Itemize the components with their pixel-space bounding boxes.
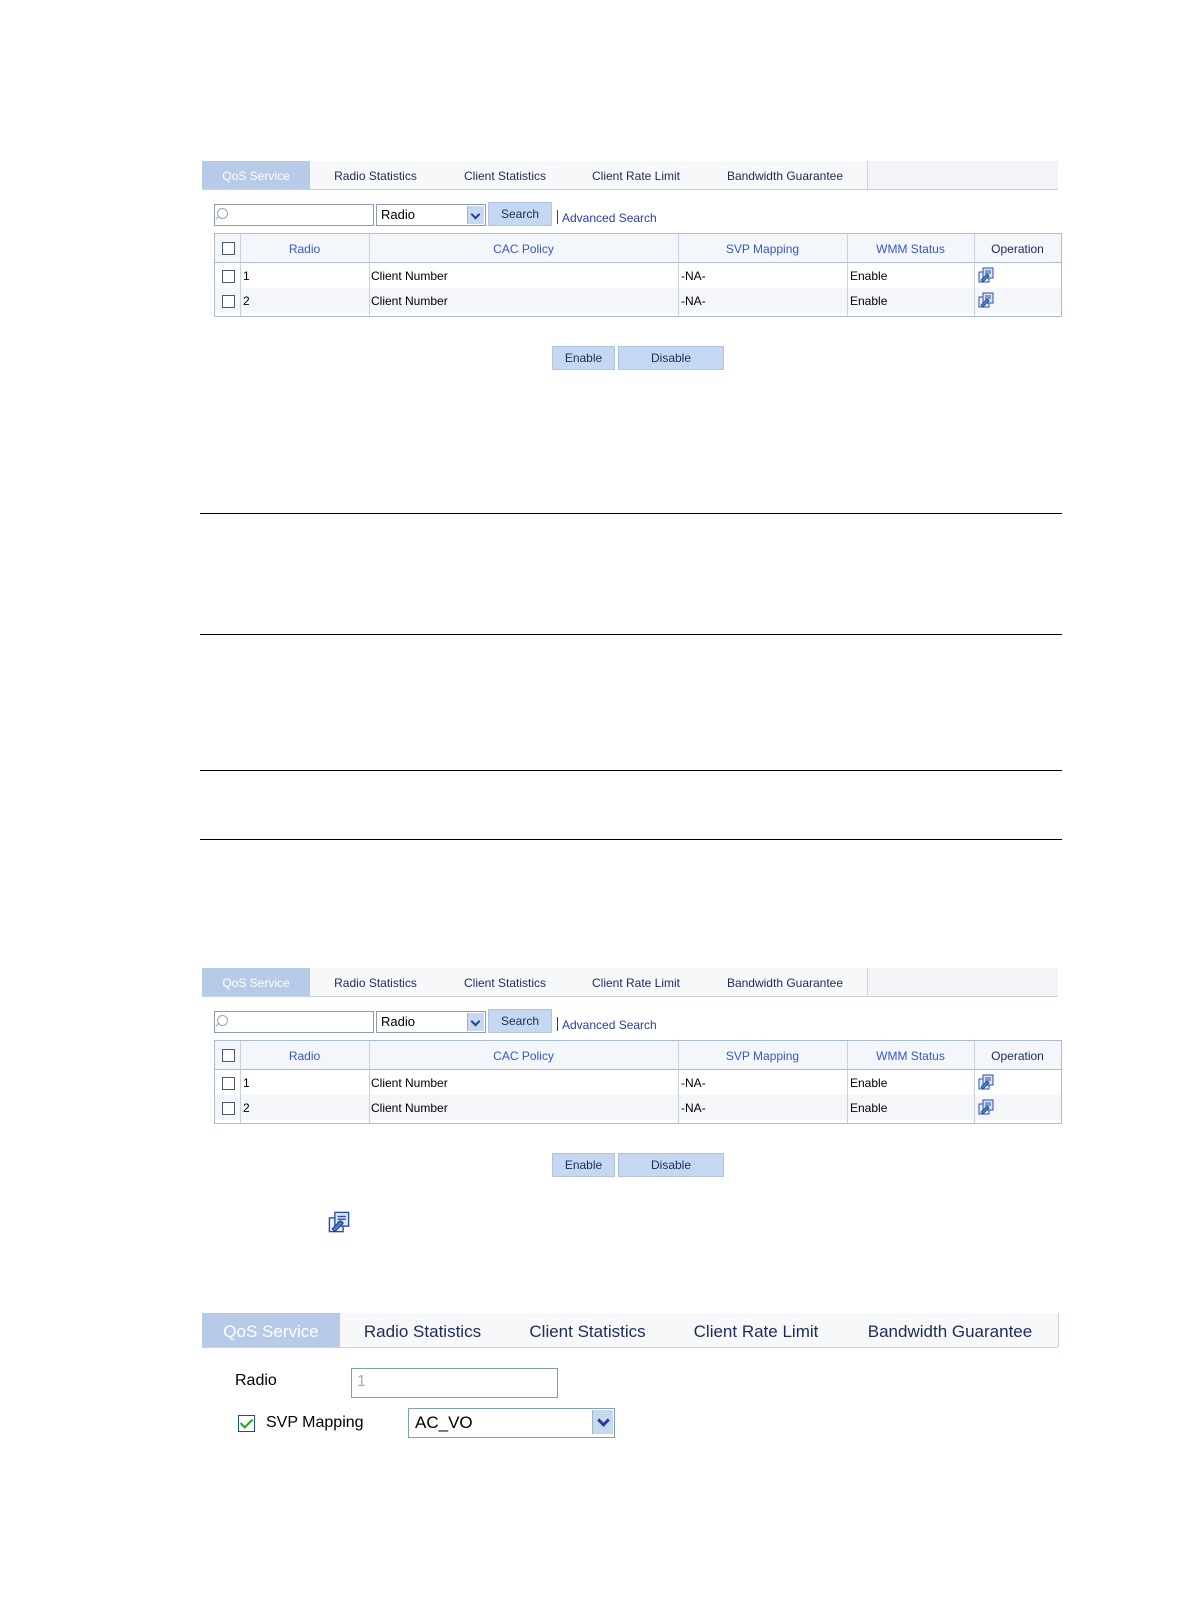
header-radio: Radio — [288, 1049, 321, 1063]
disable-button[interactable]: Disable — [618, 1153, 724, 1177]
search-field-value: Radio — [381, 1014, 415, 1029]
radio-table: Radio CAC Policy SVP Mapping WMM Status … — [214, 233, 1062, 317]
cell-cac-policy: Client Number — [371, 294, 448, 308]
header-svp-mapping: SVP Mapping — [725, 1049, 800, 1063]
radio-label: Radio — [235, 1372, 277, 1389]
separator — [557, 210, 558, 224]
tab-client-rate-limit[interactable]: Client Rate Limit — [670, 1313, 843, 1347]
cell-svp-mapping: -NA- — [681, 1101, 706, 1115]
tab-client-statistics[interactable]: Client Statistics — [505, 1313, 671, 1347]
edit-icon[interactable] — [978, 1099, 994, 1115]
cell-wmm-status: Enable — [850, 1101, 888, 1115]
cell-radio: 2 — [243, 294, 250, 308]
tab-bar: QoS Service Radio Statistics Client Stat… — [202, 1313, 1059, 1348]
table-row — [215, 288, 1061, 313]
tab-client-rate-limit[interactable]: Client Rate Limit — [569, 161, 704, 189]
enable-button[interactable]: Enable — [552, 1153, 615, 1177]
table-row — [215, 1070, 1061, 1095]
row-checkbox[interactable] — [222, 1102, 235, 1115]
cell-wmm-status: Enable — [850, 294, 888, 308]
edit-icon[interactable] — [978, 267, 994, 283]
tab-bandwidth-guarantee[interactable]: Bandwidth Guarantee — [703, 161, 868, 189]
cell-wmm-status: Enable — [850, 269, 888, 283]
cell-cac-policy: Client Number — [371, 269, 448, 283]
cell-svp-mapping: -NA- — [681, 269, 706, 283]
enable-button[interactable]: Enable — [552, 346, 615, 370]
tab-radio-statistics[interactable]: Radio Statistics — [310, 161, 442, 189]
search-field-value: Radio — [381, 207, 415, 222]
search-input[interactable] — [214, 1011, 374, 1033]
tab-qos-service[interactable]: QoS Service — [202, 1313, 341, 1347]
search-icon — [217, 208, 228, 219]
header-svp-mapping: SVP Mapping — [725, 242, 800, 256]
horizontal-rule — [200, 513, 1062, 514]
search-button[interactable]: Search — [488, 1009, 552, 1033]
radio-field[interactable]: 1 — [351, 1368, 558, 1398]
row-checkbox[interactable] — [222, 1077, 235, 1090]
select-all-checkbox[interactable] — [222, 1049, 235, 1062]
chevron-down-icon — [467, 206, 484, 224]
header-cac-policy: CAC Policy — [493, 1049, 554, 1063]
cell-svp-mapping: -NA- — [681, 1076, 706, 1090]
cell-radio: 1 — [243, 269, 250, 283]
header-radio: Radio — [288, 242, 321, 256]
search-field-select[interactable]: Radio — [376, 204, 486, 226]
chevron-down-icon — [592, 1410, 613, 1434]
separator — [557, 1017, 558, 1031]
disable-button[interactable]: Disable — [618, 346, 724, 370]
advanced-search-link[interactable]: Advanced Search — [562, 1018, 657, 1032]
tab-bandwidth-guarantee[interactable]: Bandwidth Guarantee — [703, 968, 868, 996]
search-field-select[interactable]: Radio — [376, 1011, 486, 1033]
row-checkbox[interactable] — [222, 270, 235, 283]
advanced-search-link[interactable]: Advanced Search — [562, 211, 657, 225]
tab-client-rate-limit[interactable]: Client Rate Limit — [569, 968, 704, 996]
horizontal-rule — [200, 839, 1062, 840]
svp-mapping-select[interactable]: AC_VO — [408, 1408, 615, 1438]
cell-radio: 1 — [243, 1076, 250, 1090]
row-checkbox[interactable] — [222, 295, 235, 308]
edit-icon[interactable] — [978, 1074, 994, 1090]
cell-svp-mapping: -NA- — [681, 294, 706, 308]
tab-bandwidth-guarantee[interactable]: Bandwidth Guarantee — [842, 1313, 1059, 1347]
cell-cac-policy: Client Number — [371, 1101, 448, 1115]
tab-qos-service[interactable]: QoS Service — [202, 161, 311, 189]
radio-table: Radio CAC Policy SVP Mapping WMM Status … — [214, 1040, 1062, 1124]
svp-mapping-checkbox[interactable] — [238, 1415, 255, 1432]
horizontal-rule — [200, 770, 1062, 771]
header-wmm-status: WMM Status — [876, 242, 945, 256]
tab-bar: QoS Service Radio Statistics Client Stat… — [202, 161, 1058, 190]
table-row — [215, 1095, 1061, 1120]
table-row — [215, 263, 1061, 288]
chevron-down-icon — [467, 1013, 484, 1031]
header-operation: Operation — [991, 242, 1044, 256]
tab-qos-service[interactable]: QoS Service — [202, 968, 311, 996]
tab-client-statistics[interactable]: Client Statistics — [441, 968, 570, 996]
header-operation: Operation — [991, 1049, 1044, 1063]
header-wmm-status: WMM Status — [876, 1049, 945, 1063]
header-cac-policy: CAC Policy — [493, 242, 554, 256]
cell-wmm-status: Enable — [850, 1076, 888, 1090]
svp-mapping-label: SVP Mapping — [266, 1414, 364, 1431]
tab-bar: QoS Service Radio Statistics Client Stat… — [202, 968, 1058, 997]
cell-cac-policy: Client Number — [371, 1076, 448, 1090]
edit-icon — [328, 1211, 350, 1233]
search-icon — [217, 1015, 228, 1026]
tab-radio-statistics[interactable]: Radio Statistics — [340, 1313, 506, 1347]
svp-mapping-value: AC_VO — [415, 1413, 473, 1432]
select-all-checkbox[interactable] — [222, 242, 235, 255]
tab-client-statistics[interactable]: Client Statistics — [441, 161, 570, 189]
edit-icon[interactable] — [978, 292, 994, 308]
horizontal-rule — [200, 634, 1062, 635]
cell-radio: 2 — [243, 1101, 250, 1115]
radio-field-value: 1 — [357, 1373, 366, 1390]
search-button[interactable]: Search — [488, 202, 552, 226]
tab-radio-statistics[interactable]: Radio Statistics — [310, 968, 442, 996]
search-input[interactable] — [214, 204, 374, 226]
